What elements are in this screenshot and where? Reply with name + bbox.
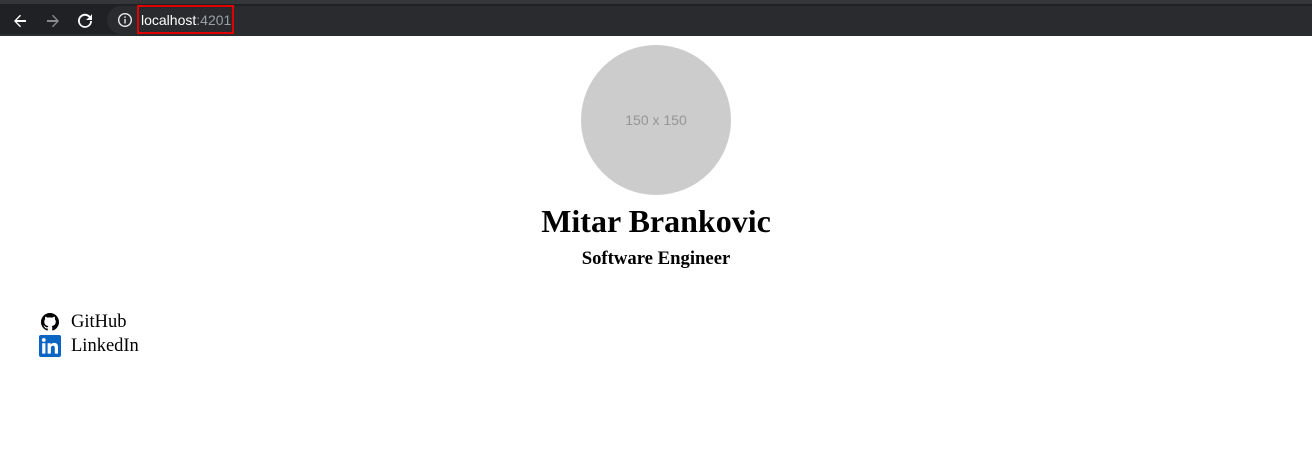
avatar: 150 x 150 [581,45,731,195]
browser-toolbar: localhost:4201 [0,0,1312,36]
url-highlight-box [137,5,234,34]
reload-button[interactable] [73,10,97,32]
profile-role: Software Engineer [581,248,731,269]
github-link[interactable]: GitHub [39,310,139,334]
back-button[interactable] [8,10,32,32]
reload-icon [78,13,92,28]
linkedin-icon [39,335,61,357]
github-icon [39,311,61,333]
forward-button[interactable] [41,10,65,32]
info-icon[interactable] [117,12,133,28]
arrow-left-icon [14,14,26,28]
linkedin-label: LinkedIn [71,336,139,356]
profile-name: Mitar Brankovic [541,203,771,239]
address-bar[interactable] [107,6,1312,34]
linkedin-link[interactable]: LinkedIn [39,334,139,358]
avatar-placeholder-text: 150 x 150 [625,112,687,128]
github-label: GitHub [71,312,127,332]
arrow-right-icon [47,14,59,28]
social-links: GitHub LinkedIn [39,310,139,358]
